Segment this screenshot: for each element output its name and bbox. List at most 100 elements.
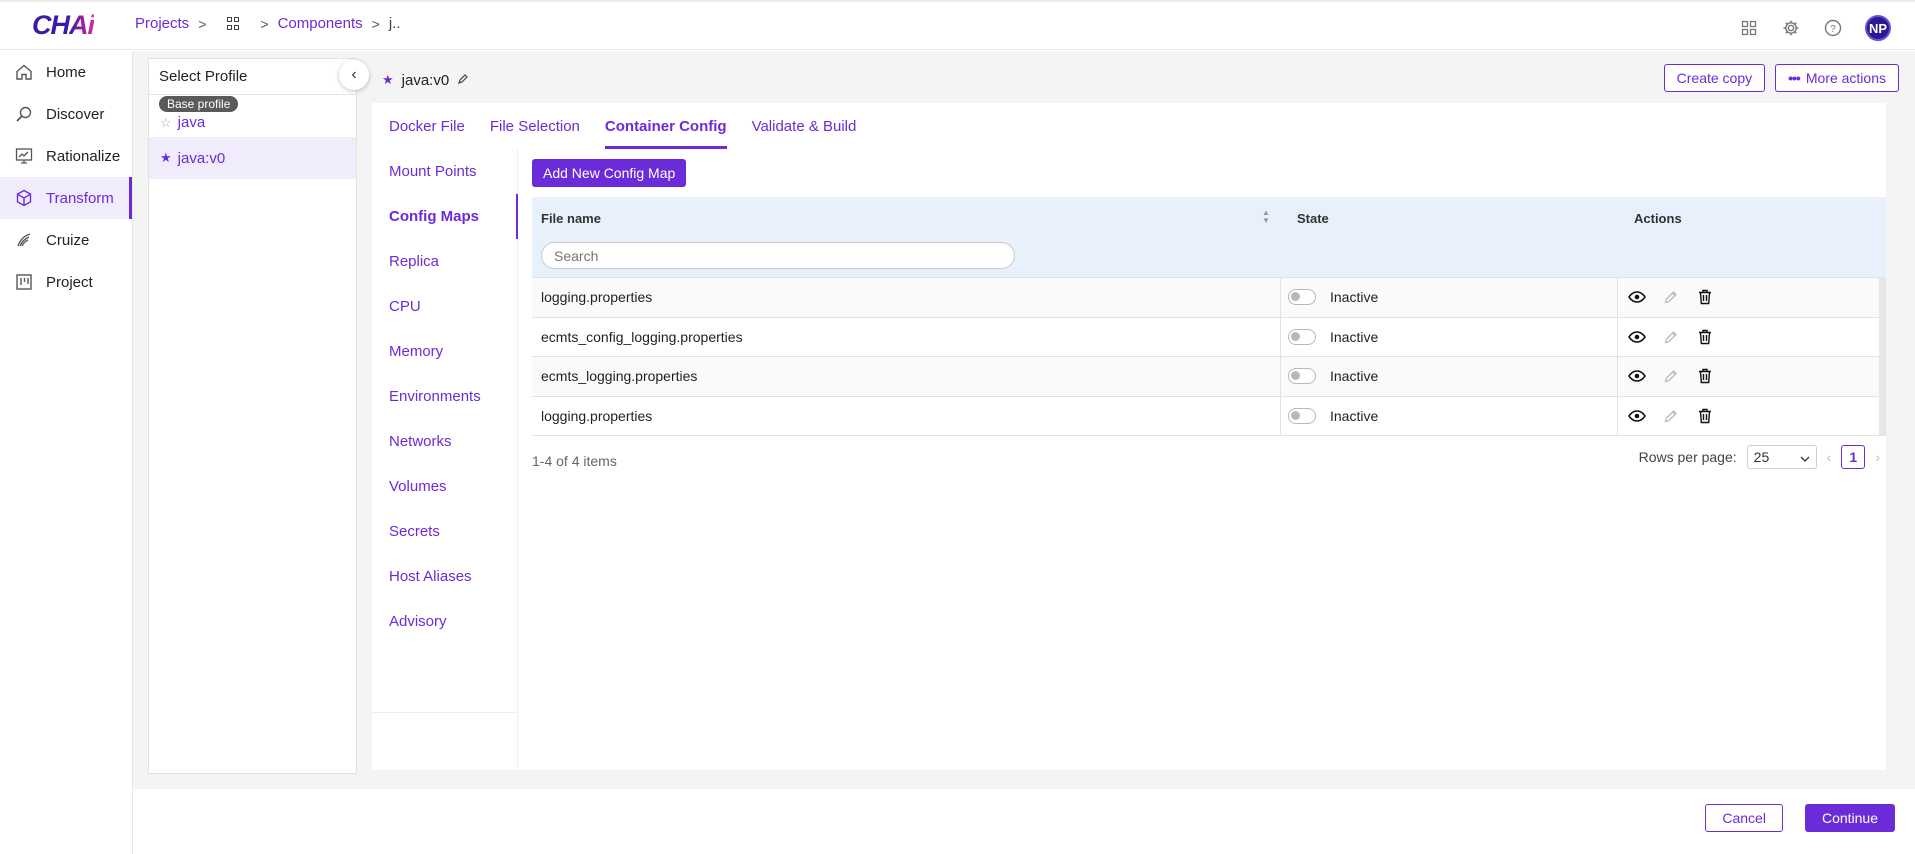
table-scrollbar[interactable] [1879, 277, 1886, 435]
nav-item-transform[interactable]: Transform [0, 177, 132, 219]
table-row: logging.properties Inactive [532, 395, 1886, 435]
more-actions-button[interactable]: ••• More actions [1775, 64, 1899, 92]
column-header-file-name[interactable]: File name [541, 211, 601, 226]
file-name-cell: logging.properties [532, 396, 1281, 435]
delete-trash-icon[interactable] [1695, 327, 1715, 347]
tab-validate-build[interactable]: Validate & Build [752, 103, 857, 149]
subnav-host-aliases[interactable]: Host Aliases [372, 554, 517, 599]
grid-icon[interactable] [227, 16, 241, 31]
star-filled-icon: ★ [382, 72, 394, 87]
nav-item-project[interactable]: Project [0, 261, 132, 303]
search-input[interactable] [541, 242, 1015, 269]
settings-gear-icon[interactable] [1781, 18, 1801, 38]
file-name-cell: ecmts_config_logging.properties [532, 317, 1281, 356]
subnav-networks[interactable]: Networks [372, 419, 517, 464]
table-body: logging.properties Inactive ecmts_config… [532, 277, 1886, 436]
subnav-secrets[interactable]: Secrets [372, 509, 517, 554]
delete-trash-icon[interactable] [1695, 406, 1715, 426]
view-eye-icon[interactable] [1627, 287, 1647, 307]
star-filled-icon[interactable]: ★ [160, 150, 172, 166]
add-config-map-button[interactable]: Add New Config Map [532, 159, 687, 187]
column-header-state: State [1297, 211, 1329, 226]
breadcrumb: Projects > > Components > j.. [135, 15, 400, 32]
state-label: Inactive [1330, 407, 1379, 424]
state-label: Inactive [1330, 368, 1379, 385]
subnav-advisory[interactable]: Advisory [372, 599, 517, 644]
sort-icon[interactable]: ▲ ▼ [1262, 209, 1270, 225]
view-eye-icon[interactable] [1627, 406, 1647, 426]
tab-file-selection[interactable]: File Selection [490, 103, 580, 149]
chevron-left-icon: ‹ [351, 66, 357, 83]
state-label: Inactive [1330, 328, 1379, 345]
profile-item-java[interactable]: Base profile ☆ java [149, 95, 356, 137]
nav-item-rationalize[interactable]: Rationalize [0, 135, 132, 177]
star-outline-icon[interactable]: ☆ [160, 115, 172, 131]
left-nav: Home Discover Rationalize Transform Crui… [0, 51, 133, 854]
transform-cube-icon [14, 188, 34, 208]
subnav-replica[interactable]: Replica [372, 239, 517, 284]
cruize-icon [14, 230, 34, 250]
chevron-down-icon [1800, 449, 1810, 465]
create-copy-button[interactable]: Create copy [1663, 64, 1766, 92]
edit-pencil-icon[interactable] [1661, 327, 1681, 347]
delete-trash-icon[interactable] [1695, 366, 1715, 386]
rationalize-icon [14, 146, 34, 166]
prev-page-icon[interactable]: ‹ [1827, 449, 1832, 465]
edit-pencil-icon[interactable] [1661, 287, 1681, 307]
subnav-memory[interactable]: Memory [372, 329, 517, 374]
subnav-environments[interactable]: Environments [372, 374, 517, 419]
home-icon [14, 62, 34, 82]
component-header: ★ java:v0 Create copy ••• More actions [372, 58, 1907, 102]
edit-pencil-icon[interactable] [1661, 406, 1681, 426]
tab-bar: Docker File File Selection Container Con… [372, 103, 856, 149]
state-toggle[interactable] [1288, 407, 1316, 424]
user-avatar[interactable]: NP [1865, 15, 1891, 41]
rows-per-page-select[interactable]: 25 [1746, 445, 1817, 469]
cancel-button[interactable]: Cancel [1705, 804, 1783, 832]
top-header: CHAi Projects > > Components > j.. ? NP [0, 0, 1915, 50]
table-header: File name ▲ ▼ State Actions [532, 197, 1886, 277]
apps-grid-icon[interactable] [1739, 18, 1759, 38]
base-profile-badge: Base profile [159, 96, 239, 112]
pagination: Rows per page: 25 ‹ 1 › [1639, 445, 1880, 469]
nav-item-cruize[interactable]: Cruize [0, 219, 132, 261]
state-toggle[interactable] [1288, 328, 1316, 345]
subnav-mount-points[interactable]: Mount Points [372, 149, 517, 194]
view-eye-icon[interactable] [1627, 327, 1647, 347]
table-row: ecmts_logging.properties Inactive [532, 356, 1886, 396]
nav-item-home[interactable]: Home [0, 51, 132, 93]
rows-per-page-label: Rows per page: [1638, 449, 1737, 465]
chai-logo[interactable]: CHAi [32, 10, 95, 41]
profile-item-java-v0[interactable]: ★ java:v0 [149, 137, 356, 179]
component-name: java:v0 [401, 71, 450, 89]
file-name-cell: logging.properties [532, 278, 1281, 317]
footer-actions: Cancel Continue [1705, 804, 1895, 832]
tab-docker-file[interactable]: Docker File [389, 103, 465, 149]
edit-pencil-icon[interactable] [457, 72, 469, 89]
page-button[interactable]: 1 [1841, 445, 1866, 469]
subnav-config-maps[interactable]: Config Maps [372, 194, 518, 239]
subnav-volumes[interactable]: Volumes [372, 464, 517, 509]
edit-pencil-icon[interactable] [1661, 366, 1681, 386]
breadcrumb-projects[interactable]: Projects [135, 15, 189, 32]
tab-container-config[interactable]: Container Config [604, 103, 727, 149]
delete-trash-icon[interactable] [1695, 287, 1715, 307]
collapse-panel-button[interactable]: ‹ [339, 60, 369, 90]
breadcrumb-components[interactable]: Components [278, 15, 363, 32]
state-toggle[interactable] [1288, 368, 1316, 385]
help-icon[interactable]: ? [1823, 18, 1843, 38]
next-page-icon[interactable]: › [1875, 449, 1880, 465]
column-header-actions: Actions [1634, 211, 1682, 226]
config-subnav: Mount Points Config Maps Replica CPU Mem… [372, 149, 518, 770]
chevron-right-icon: > [260, 15, 269, 32]
project-board-icon [14, 272, 34, 292]
state-toggle[interactable] [1288, 289, 1316, 306]
continue-button[interactable]: Continue [1804, 804, 1895, 832]
profile-panel: Select Profile Base profile ☆ java ★ jav… [148, 58, 357, 774]
more-dots-icon: ••• [1788, 70, 1801, 86]
subnav-cpu[interactable]: CPU [372, 284, 517, 329]
chevron-right-icon: > [371, 15, 380, 32]
discover-icon [14, 104, 34, 124]
view-eye-icon[interactable] [1627, 366, 1647, 386]
nav-item-discover[interactable]: Discover [0, 93, 132, 135]
